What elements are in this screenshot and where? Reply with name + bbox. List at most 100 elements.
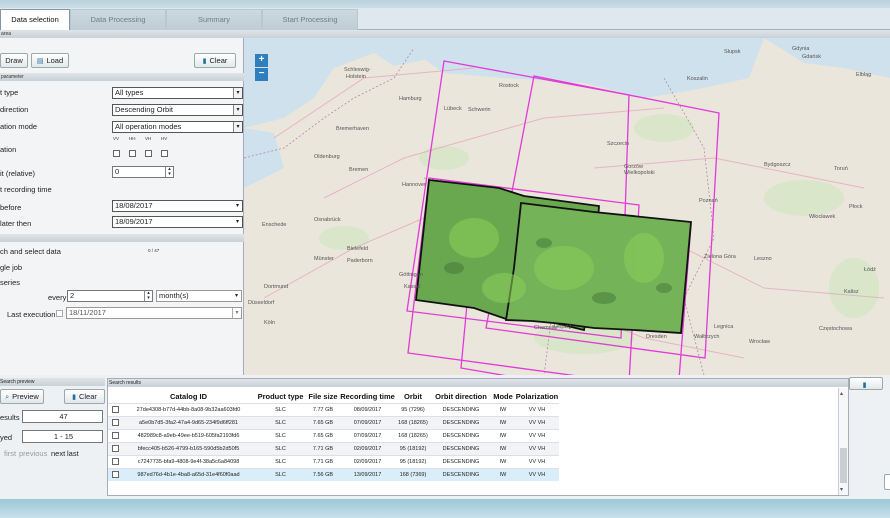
map-label: Gdańsk bbox=[802, 54, 821, 60]
row-checkbox[interactable] bbox=[111, 445, 119, 452]
tab-data-processing[interactable]: Data Processing bbox=[70, 9, 166, 30]
map-label: Bremen bbox=[349, 167, 368, 173]
column-header[interactable]: Polarization bbox=[515, 390, 559, 403]
preview-clear-button[interactable]: ▮ Clear bbox=[64, 389, 105, 404]
map-label: Bremerhaven bbox=[336, 126, 369, 132]
column-header[interactable]: Mode bbox=[491, 390, 515, 403]
pol-hv-checkbox[interactable] bbox=[161, 150, 168, 157]
table-header-row: Catalog ID Product type File size Record… bbox=[108, 390, 559, 403]
map-label: Kassel bbox=[404, 284, 421, 290]
left-panel: area Draw ▤ Load ▮ Clear parameter t type … bbox=[0, 30, 244, 375]
pol-vh-checkbox[interactable] bbox=[145, 150, 152, 157]
last-execution-input[interactable]: 18/11/2017 ▾ bbox=[66, 307, 242, 319]
export-button[interactable]: ▮ bbox=[849, 377, 883, 390]
map-label: Dresden bbox=[646, 334, 667, 340]
save-icon: ▮ bbox=[862, 382, 867, 389]
pol-vv-checkbox[interactable] bbox=[113, 150, 120, 157]
row-checkbox[interactable] bbox=[111, 406, 119, 413]
column-header[interactable]: Orbit direction bbox=[431, 390, 491, 403]
pol-hh-checkbox[interactable] bbox=[129, 150, 136, 157]
map-label: Legnica bbox=[714, 324, 734, 330]
tab-start-processing[interactable]: Start Processing bbox=[262, 9, 358, 30]
orbit-spinner[interactable]: 0 ▴ ▾ bbox=[112, 166, 174, 178]
product-type-select[interactable]: All types ▾ bbox=[112, 87, 243, 99]
every-spinner[interactable]: 2 ▴ ▾ bbox=[67, 290, 153, 302]
map-label: Düsseldorf bbox=[248, 300, 275, 306]
area-clear-button[interactable]: ▮ Clear bbox=[194, 53, 236, 68]
table-row[interactable]: bfecc405-b526-4799-b165-590d5b2d50f5 SLC 7… bbox=[108, 441, 559, 455]
tab-summary[interactable]: Summary bbox=[166, 9, 262, 30]
column-header[interactable]: Orbit bbox=[395, 390, 431, 403]
map-label: Wielkopolski bbox=[624, 170, 655, 176]
map-label: Wałbrzych bbox=[694, 334, 719, 340]
series-label: series bbox=[0, 278, 21, 287]
load-button[interactable]: ▤ Load bbox=[31, 53, 69, 68]
nav-next-link[interactable]: next bbox=[51, 449, 65, 458]
map-label: Münster bbox=[314, 256, 334, 262]
operation-mode-select[interactable]: All operation modes ▾ bbox=[112, 121, 243, 133]
column-header[interactable]: Product type bbox=[255, 390, 306, 403]
results-scrollbar[interactable]: ▴ ▾ bbox=[838, 388, 848, 495]
nav-first-link[interactable]: first bbox=[4, 449, 16, 458]
last-execution-checkbox[interactable] bbox=[56, 310, 63, 317]
map-label: Szczecin bbox=[607, 141, 629, 147]
selection-count: 0 / 47 bbox=[148, 248, 160, 253]
pol-hh-label: HH bbox=[129, 136, 136, 141]
map-view[interactable]: Schleswig- Holstein Rostock Hamburg Schw… bbox=[244, 38, 890, 375]
map-label: Toruń bbox=[834, 166, 848, 172]
direction-select[interactable]: Descending Orbit ▾ bbox=[112, 104, 243, 116]
operation-mode-label: ation mode bbox=[0, 122, 38, 131]
search-results-header: Search results bbox=[108, 379, 848, 387]
map-label: Płock bbox=[849, 204, 863, 210]
product-type-label: t type bbox=[0, 88, 19, 97]
nav-previous-link[interactable]: previous bbox=[19, 449, 47, 458]
scroll-down-icon[interactable]: ▾ bbox=[840, 486, 843, 493]
map-label: Słupsk bbox=[724, 49, 741, 55]
column-header[interactable]: Catalog ID bbox=[122, 390, 255, 403]
table-row[interactable]: c7247735-bfa9-4808-9e4f-38a5c6a84098 SLC 7… bbox=[108, 454, 559, 468]
interval-unit-select[interactable]: month(s) ▾ bbox=[156, 290, 242, 302]
direction-label: direction bbox=[0, 105, 29, 114]
row-checkbox[interactable] bbox=[111, 458, 119, 465]
search-preview-header: Search preview bbox=[0, 378, 105, 386]
window-footer bbox=[0, 499, 890, 518]
map-header-bar bbox=[244, 30, 890, 38]
row-checkbox[interactable] bbox=[111, 471, 119, 479]
map-label: Łódź bbox=[864, 267, 876, 273]
trash-icon: ▮ bbox=[72, 394, 76, 401]
map-label: Poznań bbox=[699, 198, 718, 204]
map-label: Enschede bbox=[262, 222, 286, 228]
preview-button[interactable]: ⌕ Preview bbox=[0, 389, 44, 404]
nav-last-link[interactable]: last bbox=[67, 449, 79, 458]
search-section-header bbox=[0, 234, 244, 242]
last-execution-label: Last execution bbox=[7, 310, 56, 319]
table-row[interactable]: 482989c8-a9eb-49ee-b519-605fa2193fd6 SLC 7… bbox=[108, 428, 559, 442]
scrollbar-thumb[interactable] bbox=[840, 448, 847, 483]
draw-button[interactable]: Draw bbox=[0, 53, 28, 68]
pol-vv-label: VV bbox=[113, 136, 120, 141]
row-checkbox[interactable] bbox=[111, 432, 119, 439]
later-then-label: later then bbox=[0, 219, 32, 228]
table-row[interactable]: a5e0b7d5-3fa2-47a4-9d65-234f9d6ff281 SLC 7… bbox=[108, 415, 559, 429]
zoom-in-button[interactable]: + bbox=[255, 54, 268, 67]
tab-data-selection[interactable]: Data selection bbox=[0, 9, 70, 31]
single-job-label: gle job bbox=[0, 263, 23, 272]
map-label: Oldenburg bbox=[314, 154, 340, 160]
column-header[interactable]: File size bbox=[306, 390, 340, 403]
before-date-input[interactable]: 18/08/2017 ▾ bbox=[112, 200, 243, 212]
row-checkbox[interactable] bbox=[111, 419, 119, 426]
scroll-up-icon[interactable]: ▴ bbox=[840, 390, 843, 397]
every-label: every bbox=[48, 293, 67, 302]
side-button[interactable] bbox=[884, 474, 890, 490]
area-section-header: area bbox=[0, 30, 244, 38]
map-label: Holstein bbox=[346, 74, 366, 80]
map-label: Lübeck bbox=[444, 106, 462, 112]
map-label: Włocławek bbox=[809, 214, 836, 220]
spinner-arrows-icon[interactable]: ▴ ▾ bbox=[144, 291, 152, 301]
table-row[interactable]: 27de4308-b77d-44bb-8a08-9b32aa603fd0 SLC 7… bbox=[108, 402, 559, 416]
zoom-out-button[interactable]: − bbox=[255, 68, 268, 81]
table-row[interactable]: 987ed76d-4b1e-4ba8-a65d-31e4f60f0aad SLC 7… bbox=[108, 467, 559, 481]
column-header[interactable]: Recording time bbox=[340, 390, 395, 403]
spinner-arrows-icon[interactable]: ▴ ▾ bbox=[165, 167, 173, 177]
later-then-date-input[interactable]: 18/09/2017 ▾ bbox=[112, 216, 243, 228]
